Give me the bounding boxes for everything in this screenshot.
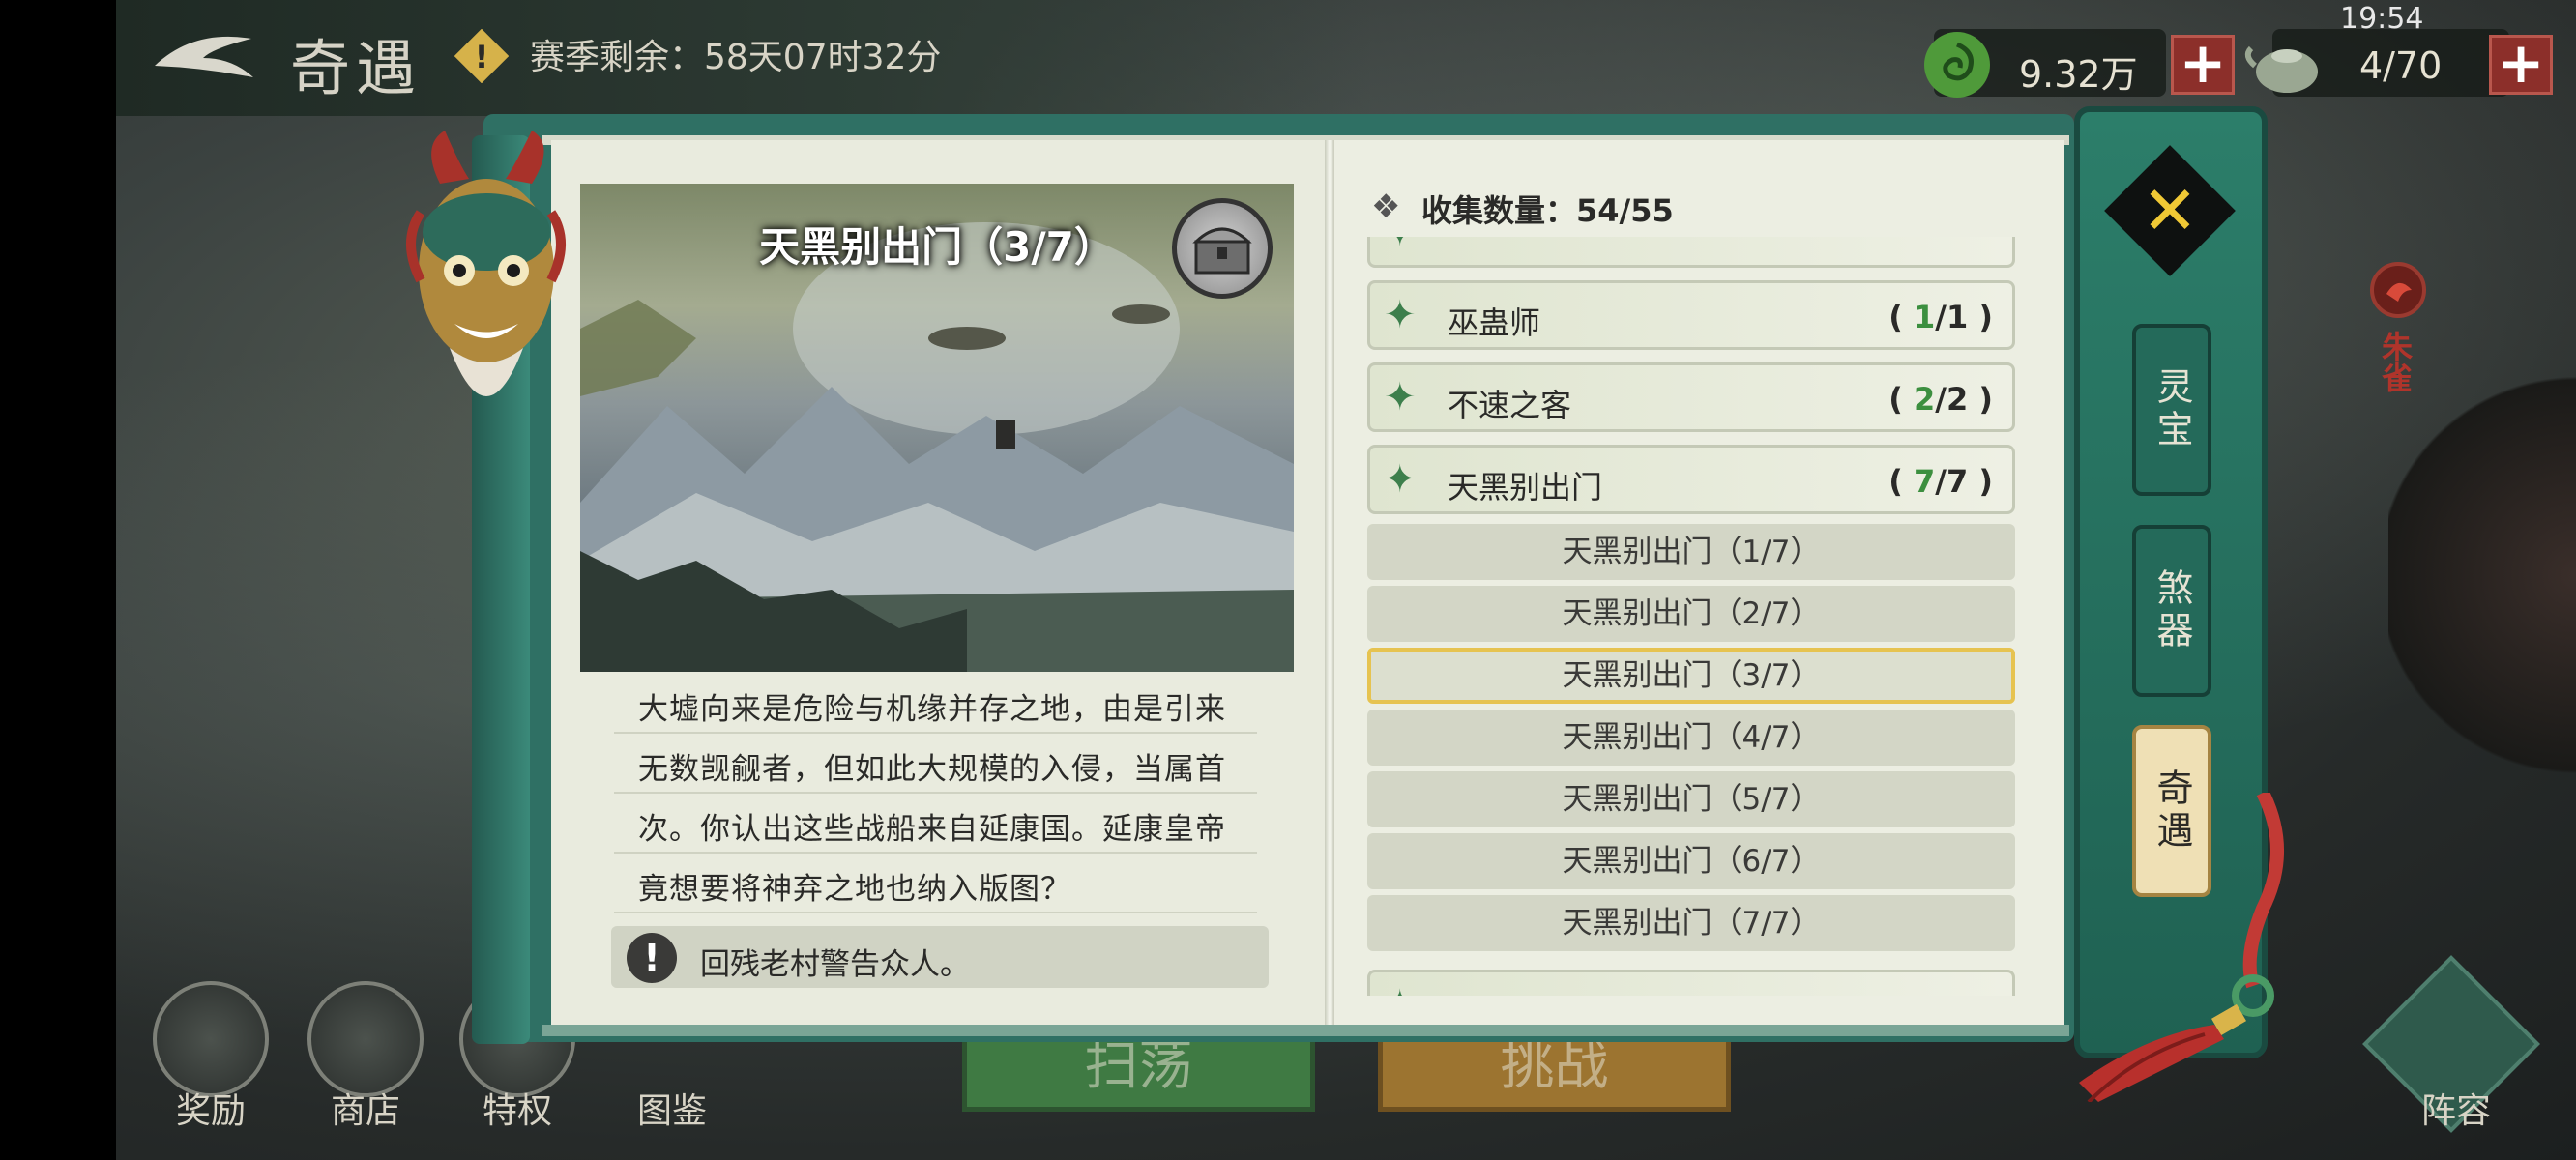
warning-icon[interactable]: !: [454, 28, 510, 84]
zhuque-badge: 朱雀: [2369, 261, 2427, 454]
count-value: 2: [1914, 381, 1936, 418]
teapot-icon: [2243, 27, 2330, 104]
scroll-icon: ✦: [1384, 293, 1417, 337]
gift-icon[interactable]: [153, 981, 269, 1097]
story-rule: [614, 852, 1257, 854]
page-title: 奇遇: [290, 33, 423, 103]
category-count: ( 7/7 ): [1888, 463, 1993, 500]
category-row-expanded[interactable]: ✦ 天黑别出门 ( 7/7 ): [1367, 445, 2015, 514]
scroll-icon: ✦: [1384, 457, 1417, 502]
story-line-2: 无数觊觎者，但如此大规模的入侵，当属首: [638, 752, 1226, 787]
story-rule: [614, 792, 1257, 794]
encounter-item[interactable]: 天黑别出门（5/7）: [1367, 771, 2015, 827]
encounter-list[interactable]: ✦ ✦ 巫蛊师 ( 1/1 ) ✦ 不速之客 ( 2/2 ) ✦ 天黑别出门 (…: [1363, 237, 2021, 996]
add-currency-button[interactable]: +: [2171, 35, 2235, 95]
back-arrow-icon[interactable]: [145, 19, 261, 97]
nav-label-codex[interactable]: 图鉴: [595, 1083, 749, 1133]
nav-label-rewards[interactable]: 奖励: [133, 1083, 288, 1133]
story-rule: [614, 912, 1257, 914]
category-row[interactable]: ✦ 巫蛊师 ( 1/1 ): [1367, 280, 2015, 350]
count-total: 1: [1946, 299, 1969, 335]
treasure-chest-icon[interactable]: [1172, 198, 1273, 299]
svg-text:!: !: [475, 39, 489, 75]
encounter-item[interactable]: 天黑别出门（4/7）: [1367, 710, 2015, 766]
tassel-ornament: [2069, 789, 2292, 1104]
category-count: ( 1/1 ): [1888, 299, 1993, 335]
encounter-item[interactable]: 天黑别出门（7/7）: [1367, 895, 2015, 951]
jade-coin-icon: [1919, 27, 1995, 102]
count-value: 1: [1914, 299, 1936, 335]
category-row[interactable]: ✦ 不速之客 ( 2/2 ): [1367, 362, 2015, 432]
count-total: 7: [1946, 463, 1969, 500]
category-row-partial[interactable]: ✦: [1367, 237, 2015, 268]
count-total: 2: [1946, 381, 1969, 418]
category-count: ( 2/2 ): [1888, 381, 1993, 418]
collection-count: 收集数量：54/55: [1421, 192, 1674, 229]
stamina-value: 4/70: [2359, 44, 2443, 87]
season-remaining: 赛季剩余：58天07时32分: [530, 38, 942, 77]
nav-label-shop[interactable]: 商店: [288, 1083, 443, 1133]
tab-lingbao[interactable]: 灵宝: [2132, 324, 2211, 496]
story-line-1: 大墟向来是危险与机缘并存之地，由是引来: [638, 692, 1226, 727]
story-line-4: 竟想要将神弃之地也纳入版图？: [638, 872, 1071, 907]
close-icon[interactable]: ✕: [2123, 164, 2216, 257]
nav-label-privilege[interactable]: 特权: [440, 1083, 595, 1133]
encounter-item[interactable]: 天黑别出门（1/7）: [1367, 524, 2015, 580]
encounter-item-selected[interactable]: 天黑别出门（3/7）: [1367, 648, 2015, 704]
page-fold: [1325, 140, 1334, 1030]
page-edge-bottom: [542, 1025, 2069, 1036]
hint-text: 回残老村警告众人。: [700, 947, 970, 982]
currency-value: 9.32万: [2019, 53, 2138, 96]
exclamation-icon: !: [627, 933, 677, 983]
screen-letterbox: [0, 0, 116, 1160]
diamond-cluster-icon: ❖: [1371, 188, 1401, 226]
scroll-icon: ✦: [1384, 375, 1417, 420]
category-name: 巫蛊师: [1448, 304, 1541, 341]
category-row-partial[interactable]: ✦: [1367, 970, 2015, 996]
story-rule: [614, 732, 1257, 734]
encounter-item[interactable]: 天黑别出门（2/7）: [1367, 586, 2015, 642]
category-name: 不速之客: [1448, 387, 1572, 423]
demon-mask-ornament: [401, 126, 571, 445]
scroll-icon: ✦: [1384, 984, 1430, 996]
count-value: 7: [1914, 463, 1936, 500]
add-stamina-button[interactable]: +: [2489, 35, 2553, 95]
story-line-3: 次。你认出这些战船来自延康国。延康皇帝: [638, 812, 1226, 847]
encounter-item[interactable]: 天黑别出门（6/7）: [1367, 833, 2015, 889]
zhuque-label: 朱雀: [2377, 331, 2414, 392]
shop-icon[interactable]: [307, 981, 424, 1097]
scroll-icon: ✦: [1384, 237, 1430, 253]
nav-label-lineup[interactable]: 阵容: [2379, 1083, 2533, 1133]
category-name: 天黑别出门: [1448, 469, 1603, 506]
tab-shaqi[interactable]: 煞器: [2132, 525, 2211, 697]
